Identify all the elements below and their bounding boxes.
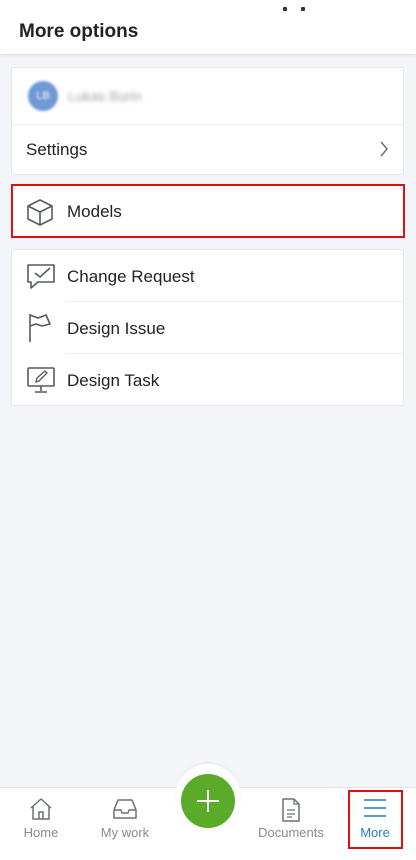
settings-row[interactable]: Settings [12, 124, 403, 175]
tab-my-work-label: My work [100, 825, 150, 840]
chat-check-icon [27, 264, 55, 289]
monitor-pencil-icon [27, 367, 55, 393]
account-card: LB Lukas Burin Settings [11, 67, 404, 175]
create-items-card: Change Request Design Issue Design Task [11, 249, 404, 406]
tab-home[interactable]: Home [16, 788, 66, 848]
flag-icon [29, 314, 51, 342]
app-header: More options [0, 0, 416, 54]
list-item-label: Design Issue [67, 319, 166, 338]
list-item-design-task[interactable]: Design Task [12, 354, 403, 406]
list-item-label: Change Request [67, 267, 195, 286]
avatar: LB [28, 81, 58, 111]
models-highlight-box [11, 184, 405, 238]
inbox-tray-icon [113, 799, 137, 819]
status-bar-dots [283, 0, 319, 16]
home-icon [30, 798, 52, 820]
profile-row[interactable]: LB Lukas Burin [12, 68, 403, 125]
tab-documents-label: Documents [258, 825, 324, 840]
avatar-initials: LB [36, 90, 50, 102]
profile-name: Lukas Burin [68, 88, 142, 104]
tab-documents[interactable]: Documents [252, 788, 330, 848]
plus-icon [197, 790, 219, 812]
list-item-design-issue[interactable]: Design Issue [12, 302, 403, 354]
list-item-label: Design Task [67, 371, 160, 390]
settings-label: Settings [26, 140, 88, 159]
create-fab-button[interactable] [181, 774, 235, 828]
chevron-right-icon [380, 141, 388, 157]
tab-home-label: Home [23, 825, 59, 840]
list-item-change-request[interactable]: Change Request [12, 250, 403, 302]
more-highlight-box [348, 790, 403, 849]
document-icon [282, 798, 300, 822]
page-title: More options [19, 21, 139, 42]
tab-my-work[interactable]: My work [95, 788, 155, 848]
